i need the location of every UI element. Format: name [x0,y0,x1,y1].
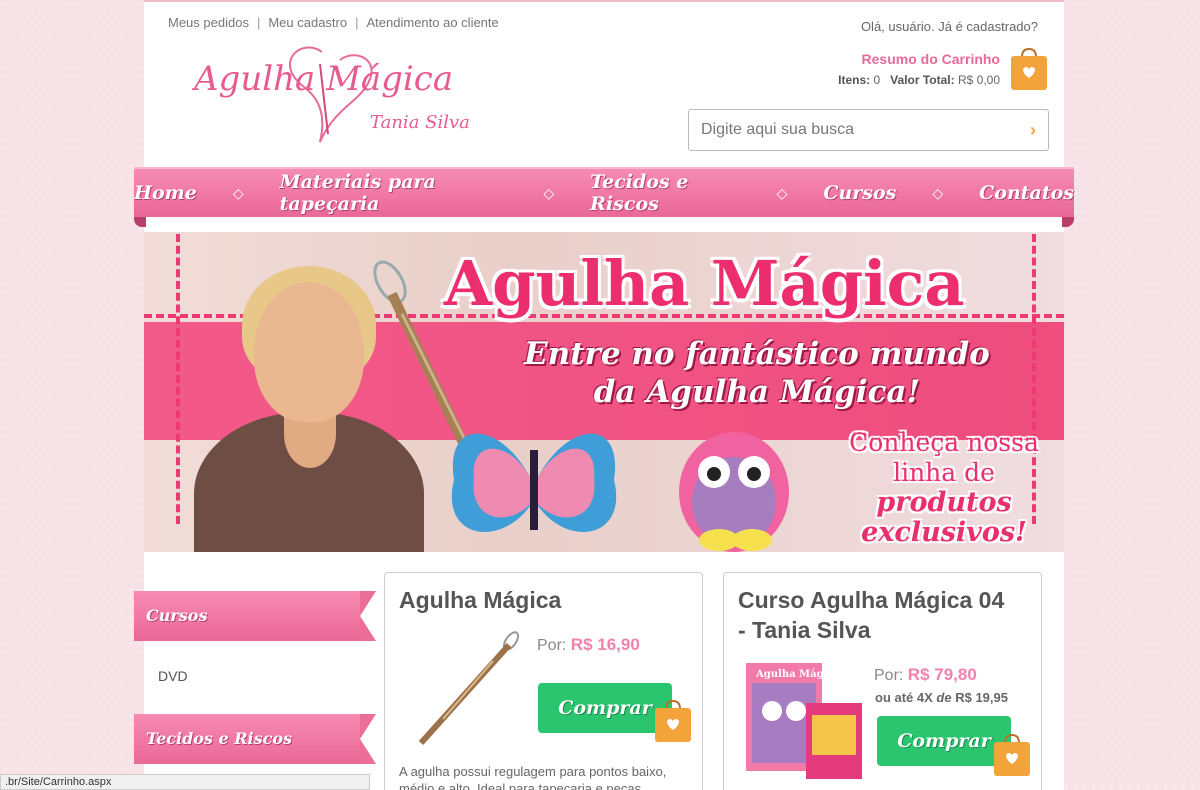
nav-contacts[interactable]: Contatos [979,182,1074,204]
cart-info: Itens: 0 Valor Total: R$ 0,00 [838,73,1000,87]
nav-materials[interactable]: Materiais para tapeçaria [280,171,508,215]
nav-fold-left [134,217,146,227]
diamond-divider-icon: ◇ [232,184,244,201]
product-title[interactable]: Agulha Mágica [399,585,561,615]
logo-subtitle: Tania Silva [370,112,470,133]
sidebar-heading-cursos[interactable]: Cursos [134,591,376,641]
chevron-right-icon[interactable]: › [1030,120,1036,141]
nav-home[interactable]: Home [134,182,197,204]
installment-text: ou até 4X de R$ 19,95 [875,690,1008,705]
diamond-divider-icon: ◇ [776,184,788,201]
cart-title[interactable]: Resumo do Carrinho [838,51,1000,67]
main-nav: Home ◇ Materiais para tapeçaria ◇ Tecido… [134,167,1074,227]
diamond-divider-icon: ◇ [932,184,944,201]
product-title[interactable]: Curso Agulha Mágica 04- Tania Silva [738,585,1004,645]
greeting-text[interactable]: Olá, usuário. Já é cadastrado? [861,19,1038,34]
shopping-bag-icon[interactable] [992,733,1032,777]
sidebar-item-dvd[interactable]: DVD [158,668,188,684]
link-my-orders[interactable]: Meus pedidos [168,15,249,30]
shopping-bag-icon[interactable] [1009,47,1049,91]
top-links: Meus pedidos | Meu cadastro | Atendimento ao… [168,15,499,30]
shopping-bag-icon[interactable] [653,699,693,743]
link-my-account[interactable]: Meu cadastro [268,15,347,30]
search-input[interactable]: Digite aqui sua busca › [688,109,1049,151]
cart-summary[interactable]: Resumo do Carrinho Itens: 0 Valor Total:… [838,51,1000,87]
owl-rug-image [679,432,789,552]
banner-dash-left [176,234,180,524]
nav-fabrics[interactable]: Tecidos e Riscos [590,171,740,215]
banner-subtitle: Entre no fantástico mundo da Agulha Mági… [524,336,990,410]
product-description: A agulha possui regulagem para pontos ba… [399,764,667,790]
hero-banner[interactable]: Agulha Mágica Entre no fantástico mundo … [144,232,1064,552]
butterfly-rug-image [451,433,617,533]
diamond-divider-icon: ◇ [543,184,555,201]
product-card: Agulha Mágica Por: R$ 16,90 Comprar A ag… [384,572,703,790]
nav-courses[interactable]: Cursos [823,182,896,204]
product-card: Curso Agulha Mágica 04- Tania Silva Agul… [723,572,1042,790]
product-price: Por: R$ 79,80 [874,665,977,684]
svg-text:Agulha Mágica: Agulha Mágica [755,669,840,680]
nav-fold-right [1062,217,1074,227]
banner-title: Agulha Mágica [444,247,965,320]
banner-cta: Conheça nossa linha de produtos exclusiv… [849,428,1039,548]
buy-button[interactable]: Comprar [877,716,1011,766]
product-image[interactable]: Agulha Mágica [746,663,864,781]
buy-button[interactable]: Comprar [538,683,672,733]
link-customer-service[interactable]: Atendimento ao cliente [367,15,499,30]
browser-status-bar: .br/Site/Carrinho.aspx [0,774,370,790]
site-logo[interactable]: Agulha Mágica Tania Silva [192,42,492,152]
product-image[interactable] [413,631,523,751]
logo-title: Agulha Mágica [192,59,453,99]
product-price: Por: R$ 16,90 [537,635,640,654]
sidebar-heading-tecidos[interactable]: Tecidos e Riscos [134,714,376,764]
